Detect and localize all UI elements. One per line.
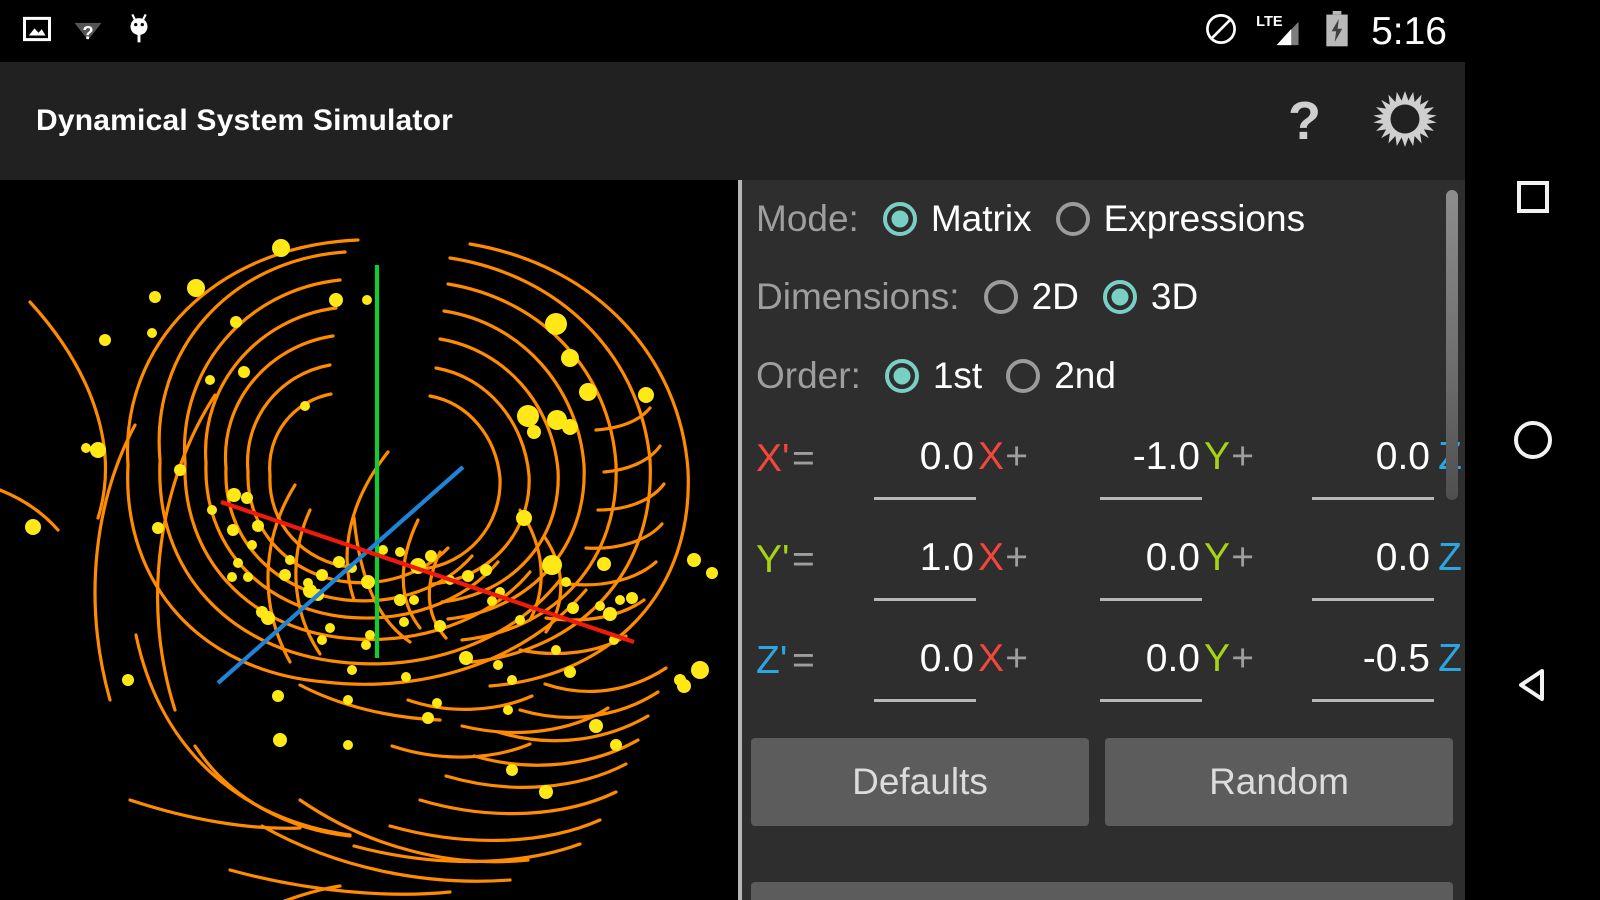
- matrix-row-z-equals: =: [792, 639, 815, 682]
- matrix-value-y-z[interactable]: 0.0: [1376, 536, 1430, 581]
- matrix-input-y-z[interactable]: 0.0 Z: [1262, 536, 1465, 601]
- order-option-2nd-label[interactable]: 2nd: [1054, 355, 1116, 397]
- svg-text:?: ?: [82, 21, 93, 42]
- matrix-input-z-y[interactable]: 0.0 Y +: [1042, 637, 1254, 702]
- matrix-symbol-x-y: Y: [1203, 435, 1230, 478]
- matrix-symbol-z-x: X: [977, 637, 1004, 680]
- matrix-underline-z-x: [874, 699, 976, 702]
- matrix-symbol-y-y: Y: [1203, 536, 1230, 579]
- plot-canvas: [0, 180, 738, 900]
- matrix-value-y-y[interactable]: 0.0: [1146, 536, 1200, 581]
- matrix-row-y: Y' = 1.0 X + 0.0 Y + 0.0 Z: [742, 524, 1465, 625]
- do-not-disturb-icon: [1204, 12, 1238, 51]
- matrix-input-x-y[interactable]: -1.0 Y +: [1042, 435, 1254, 500]
- defaults-button[interactable]: Defaults: [751, 738, 1089, 826]
- matrix-value-y-x[interactable]: 1.0: [920, 536, 974, 581]
- dimensions-row: Dimensions: 2D 3D: [742, 276, 1198, 318]
- matrix-underline-y-x: [874, 598, 976, 601]
- panel-scrollbar[interactable]: [1446, 190, 1458, 500]
- page-title: Dynamical System Simulator: [36, 104, 454, 137]
- android-navigation-bar: [1465, 0, 1600, 900]
- radio-order-2nd[interactable]: [1006, 359, 1041, 393]
- matrix-underline-x-y: [1100, 497, 1202, 500]
- mode-option-matrix-label[interactable]: Matrix: [931, 198, 1032, 240]
- matrix-underline-y-y: [1100, 598, 1202, 601]
- settings-panel: Mode: Matrix Expressions Dimensions: 2D …: [742, 180, 1465, 900]
- mode-row: Mode: Matrix Expressions: [742, 198, 1305, 240]
- matrix-plus-x-x: +: [1005, 435, 1028, 478]
- question-mark-icon[interactable]: ?: [1288, 94, 1321, 148]
- matrix-value-x-x[interactable]: 0.0: [920, 435, 974, 480]
- mode-label: Mode:: [756, 198, 859, 239]
- matrix-input-z-z[interactable]: -0.5 Z: [1262, 637, 1465, 702]
- matrix-row-y-var: Y': [756, 538, 790, 581]
- radio-dimensions-2d[interactable]: [983, 280, 1018, 314]
- coefficient-matrix: X' = 0.0 X + -1.0 Y + 0.0 Z: [742, 423, 1465, 726]
- matrix-symbol-y-x: X: [977, 536, 1004, 579]
- title-bar-actions: ?: [1288, 62, 1437, 180]
- matrix-row-x-var: X': [756, 437, 790, 480]
- order-option-1st-label[interactable]: 1st: [933, 355, 982, 397]
- matrix-input-y-x[interactable]: 1.0 X +: [816, 536, 1028, 601]
- matrix-plus-z-y: +: [1231, 637, 1254, 680]
- dimensions-label: Dimensions:: [756, 276, 960, 317]
- battery-charging-icon: [1324, 10, 1350, 53]
- matrix-underline-z-z: [1312, 699, 1434, 702]
- status-bar-clock: 5:16: [1371, 9, 1447, 53]
- status-bar: ? LTE 5:16: [0, 0, 1465, 62]
- matrix-plus-y-y: +: [1231, 536, 1254, 579]
- matrix-row-z: Z' = 0.0 X + 0.0 Y + -0.5 Z: [742, 625, 1465, 726]
- triangle-back-icon[interactable]: [1465, 630, 1600, 740]
- svg-text:LTE: LTE: [1256, 14, 1283, 30]
- matrix-underline-y-z: [1312, 598, 1434, 601]
- dimensions-option-2d-label[interactable]: 2D: [1032, 276, 1079, 318]
- matrix-row-x-equals: =: [792, 437, 815, 480]
- square-recents-icon[interactable]: [1465, 142, 1600, 252]
- android-debug-icon: [124, 12, 154, 51]
- matrix-plus-y-x: +: [1005, 536, 1028, 579]
- matrix-underline-x-x: [874, 497, 976, 500]
- app-title-bar: Dynamical System Simulator ?: [0, 62, 1465, 180]
- lte-signal-icon: LTE: [1253, 10, 1309, 53]
- matrix-input-y-y[interactable]: 0.0 Y +: [1042, 536, 1254, 601]
- dimensions-option-3d-label[interactable]: 3D: [1151, 276, 1198, 318]
- wifi-unknown-icon: ?: [72, 14, 104, 49]
- matrix-value-z-y[interactable]: 0.0: [1146, 637, 1200, 682]
- matrix-plus-x-y: +: [1231, 435, 1254, 478]
- matrix-input-x-z[interactable]: 0.0 Z: [1262, 435, 1465, 500]
- mode-option-expressions-label[interactable]: Expressions: [1104, 198, 1306, 240]
- radio-order-1st[interactable]: [884, 359, 919, 393]
- matrix-plus-z-x: +: [1005, 637, 1028, 680]
- matrix-value-z-x[interactable]: 0.0: [920, 637, 974, 682]
- matrix-value-z-z[interactable]: -0.5: [1363, 637, 1430, 682]
- matrix-input-x-x[interactable]: 0.0 X +: [816, 435, 1028, 500]
- matrix-symbol-y-z: Z: [1438, 536, 1462, 579]
- matrix-value-x-z[interactable]: 0.0: [1376, 435, 1430, 480]
- matrix-underline-x-z: [1312, 497, 1434, 500]
- matrix-row-z-var: Z': [756, 639, 788, 682]
- app-root: ? LTE 5:16 Dynamical System Simulator ? …: [0, 0, 1600, 900]
- matrix-underline-z-y: [1100, 699, 1202, 702]
- circle-home-icon[interactable]: [1465, 385, 1600, 495]
- matrix-row-y-equals: =: [792, 538, 815, 581]
- matrix-symbol-z-z: Z: [1438, 637, 1462, 680]
- order-label: Order:: [756, 355, 861, 396]
- phase-space-3d-view[interactable]: [0, 180, 738, 900]
- radio-dimensions-3d[interactable]: [1102, 280, 1137, 314]
- radio-mode-expressions[interactable]: [1055, 202, 1090, 236]
- gear-icon[interactable]: [1373, 87, 1437, 156]
- matrix-input-z-x[interactable]: 0.0 X +: [816, 637, 1028, 702]
- status-bar-right-icons: LTE 5:16: [1204, 0, 1447, 62]
- status-bar-left-icons: ?: [22, 0, 154, 62]
- radio-mode-matrix[interactable]: [882, 202, 917, 236]
- image-icon: [22, 14, 52, 49]
- matrix-symbol-z-y: Y: [1203, 637, 1230, 680]
- matrix-row-x: X' = 0.0 X + -1.0 Y + 0.0 Z: [742, 423, 1465, 524]
- matrix-symbol-x-x: X: [977, 435, 1004, 478]
- matrix-value-x-y[interactable]: -1.0: [1133, 435, 1200, 480]
- random-button[interactable]: Random: [1105, 738, 1453, 826]
- order-row: Order: 1st 2nd: [742, 355, 1116, 397]
- third-button-partial[interactable]: [751, 882, 1453, 900]
